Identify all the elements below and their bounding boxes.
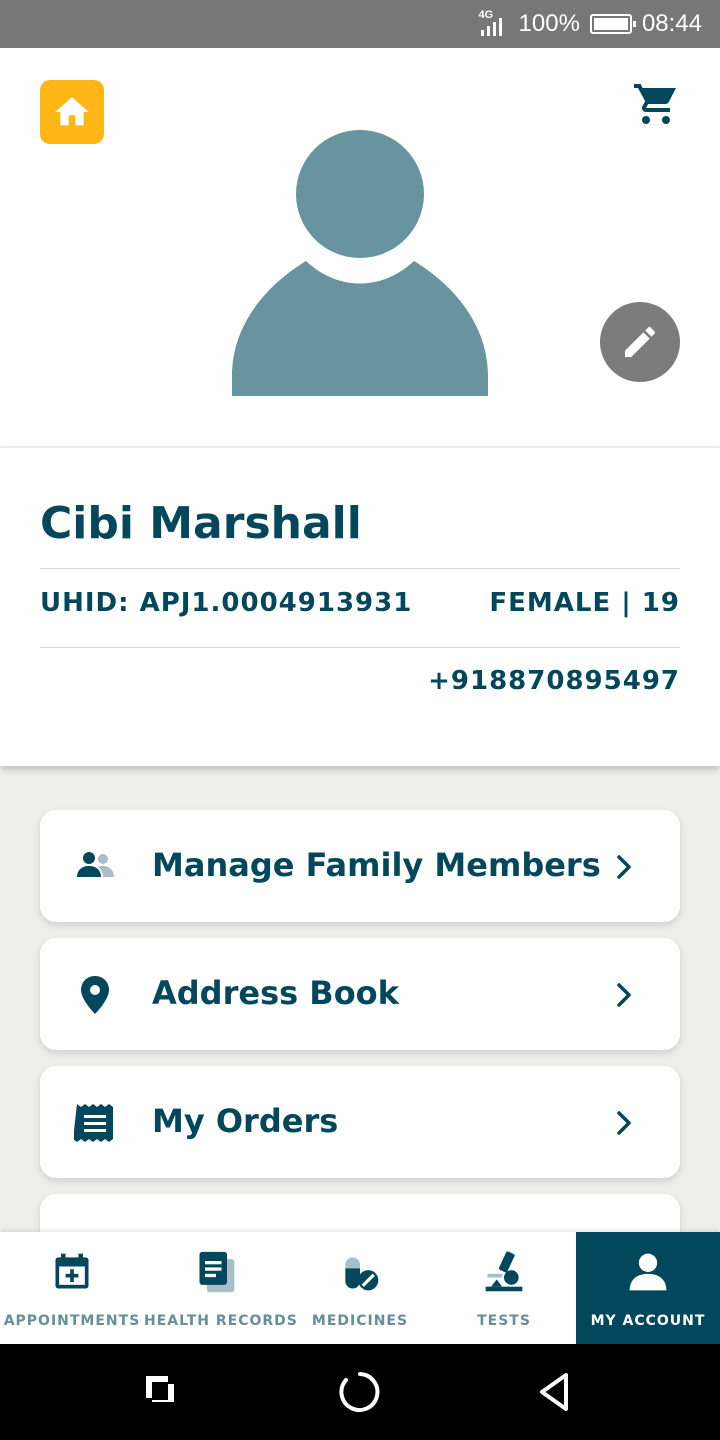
tab-label: TESTS [477, 1313, 531, 1329]
phone-number: +918870895497 [428, 666, 680, 696]
recents-icon[interactable] [138, 1370, 182, 1414]
tab-label: APPOINTMENTS [3, 1313, 141, 1329]
divider [40, 568, 680, 569]
uhid-text: UHID: APJ1.0004913931 [40, 588, 413, 618]
receipt-icon [74, 1104, 113, 1142]
tab-my-account[interactable]: MY ACCOUNT [576, 1232, 720, 1344]
edit-profile-button[interactable] [600, 302, 680, 382]
system-nav-bar [0, 1344, 720, 1440]
gender-age-text: FEMALE | 19 [489, 588, 680, 618]
location-pin-icon [81, 976, 109, 1014]
records-icon [199, 1251, 235, 1293]
cart-icon [634, 84, 676, 124]
home-circle-icon[interactable] [338, 1370, 382, 1414]
microscope-icon [485, 1251, 523, 1292]
account-icon [629, 1253, 667, 1291]
menu-item-label: Address Book [152, 974, 399, 1012]
tab-tests[interactable]: TESTS [432, 1232, 576, 1344]
back-icon[interactable] [534, 1370, 578, 1414]
home-icon [55, 97, 89, 126]
chevron-right-icon [617, 983, 631, 1007]
battery-icon [589, 14, 636, 34]
chevron-right-icon [617, 1111, 631, 1135]
status-icons: 4G 100% 08:44 [479, 0, 702, 48]
tab-label: HEALTH RECORDS [144, 1313, 298, 1329]
user-name: Cibi Marshall [40, 498, 362, 549]
bottom-tab-bar: APPOINTMENTS HEALTH RECORDS MEDICINES TE… [0, 1232, 720, 1344]
clock: 08:44 [641, 10, 702, 37]
family-members-icon [77, 852, 114, 877]
tab-label: MY ACCOUNT [590, 1313, 706, 1329]
menu-item-label: Manage Family Members [152, 846, 601, 884]
avatar [232, 130, 488, 396]
menu-item-label: My Orders [152, 1102, 339, 1140]
tab-appointments[interactable]: APPOINTMENTS [0, 1232, 144, 1344]
profile-card: Cibi Marshall UHID: APJ1.0004913931 FEMA… [0, 448, 720, 766]
status-bar: 4G 100% 08:44 [0, 0, 720, 48]
tab-health-records[interactable]: HEALTH RECORDS [144, 1232, 298, 1344]
menu-item-manage-family-members[interactable]: Manage Family Members [40, 810, 680, 922]
home-button[interactable] [40, 80, 104, 144]
tab-label: MEDICINES [311, 1313, 409, 1329]
pill-icon [345, 1257, 379, 1291]
chevron-right-icon [617, 855, 631, 879]
profile-header [0, 48, 720, 446]
signal-icon: 4G [479, 9, 509, 39]
divider [40, 647, 680, 648]
menu-item-my-orders[interactable]: My Orders [40, 1066, 680, 1178]
tab-medicines[interactable]: MEDICINES [288, 1232, 432, 1344]
menu-item-address-book[interactable]: Address Book [40, 938, 680, 1050]
battery-percent: 100% [518, 10, 580, 37]
pencil-icon [625, 326, 656, 357]
calendar-plus-icon [55, 1253, 89, 1289]
cart-button[interactable] [632, 80, 680, 128]
